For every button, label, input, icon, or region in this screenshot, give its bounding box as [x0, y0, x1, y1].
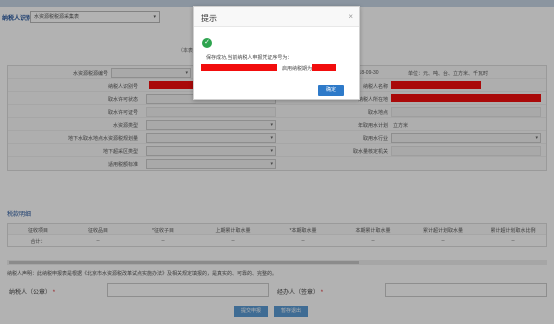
redacted-tax-period [312, 64, 336, 71]
dialog-message-line1: 保存成功,当前纳税人申报凭证序号为： [206, 55, 293, 61]
confirm-button[interactable]: 确定 [318, 85, 344, 96]
redacted-serial-number [201, 64, 277, 71]
dialog-title: 提示 [201, 14, 217, 23]
success-check-icon: ✓ [202, 38, 212, 48]
close-icon[interactable]: × [348, 12, 353, 21]
success-dialog: 提示 × ✓ 保存成功,当前纳税人申报凭证序号为： 启用纳税期为 确定 [193, 6, 360, 100]
dialog-message-line2: 启用纳税期为 [282, 66, 313, 72]
dialog-header: 提示 × [194, 7, 359, 27]
